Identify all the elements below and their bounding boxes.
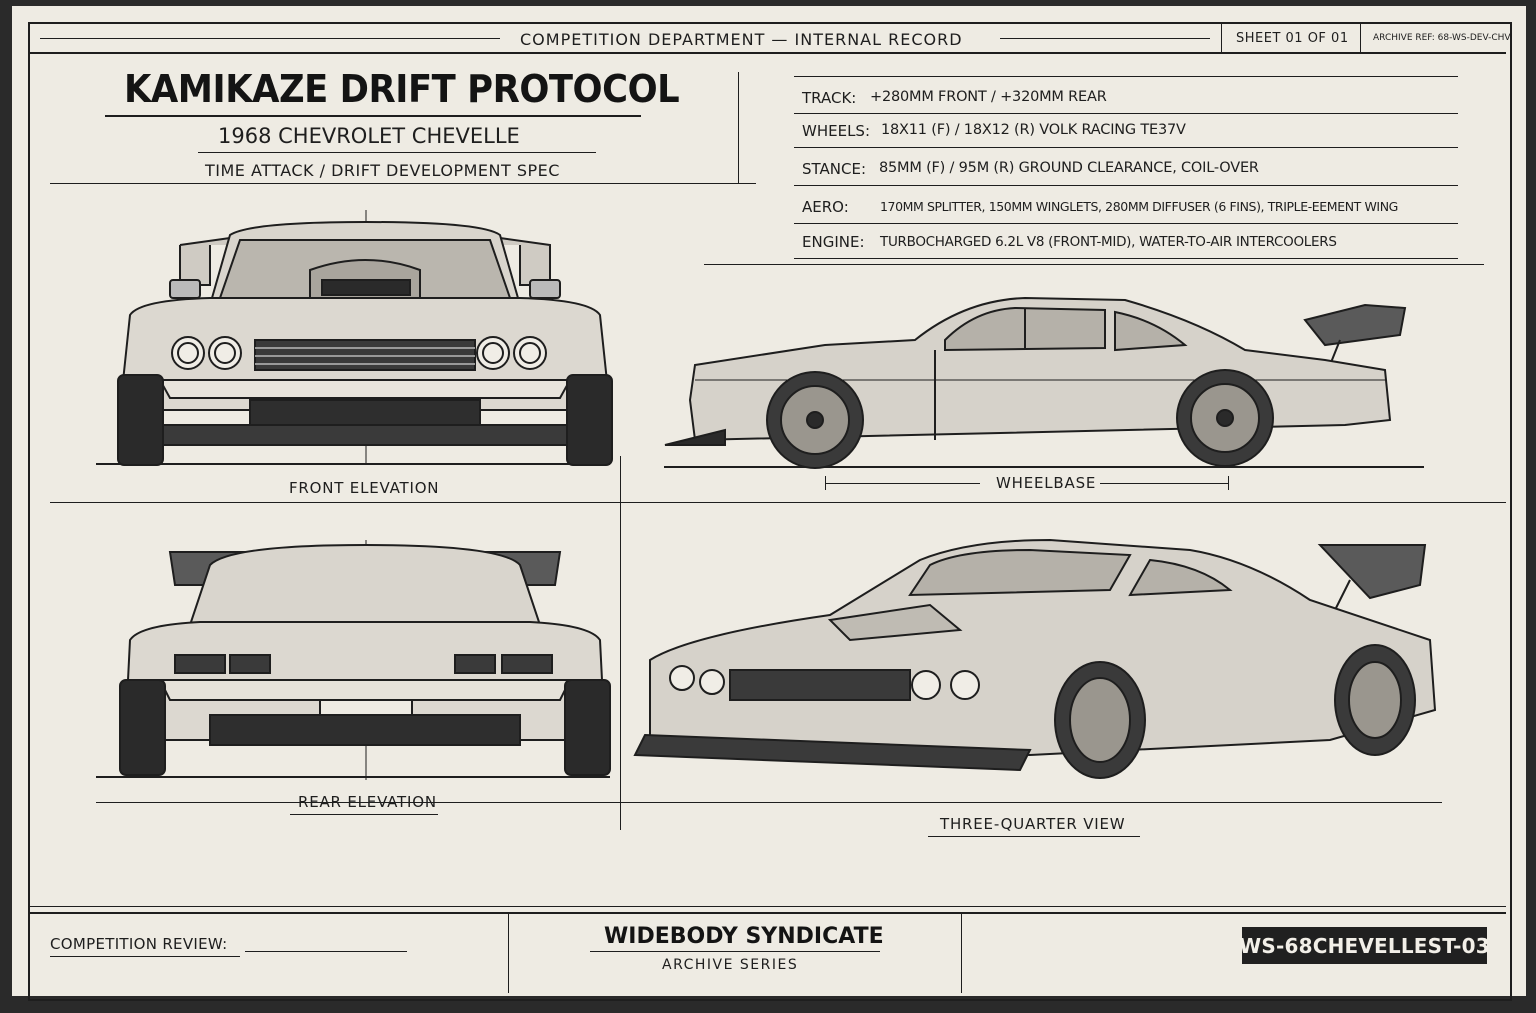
spec-value-stance: 85MM (F) / 95M (R) GROUND CLEARANCE, COI… [879,160,1259,176]
document-code-badge: WS-68CHEVELLEST-03 [1239,927,1490,964]
view-grid-rule [50,502,1506,503]
spec-key-stance: STANCE: [802,160,867,178]
header-rule-left [40,38,500,39]
review-signature-line[interactable] [245,951,407,952]
archive-series-label: ARCHIVE SERIES [662,957,799,973]
title-underline [105,115,641,117]
footer-divider [961,913,962,993]
front-elevation-label: FRONT ELEVATION [289,479,440,497]
spec-value-track: +280MM FRONT / +320MM REAR [870,89,1107,105]
three-quarter-caption-underline [928,836,1140,837]
spec-rule [794,185,1458,186]
wheelbase-tick [1228,476,1229,490]
title-block-rule [50,183,756,184]
archive-ref: ARCHIVE REF: 68-WS-DEV-CHV [1373,33,1511,43]
review-label-underline [50,956,240,957]
spec-subtitle: TIME ATTACK / DRIFT DEVELOPMENT SPEC [205,161,560,180]
spec-key-wheels: WHEELS: [802,122,870,140]
spec-value-wheels: 18X11 (F) / 18X12 (R) VOLK RACING TE37V [881,122,1186,138]
spec-rule [794,258,1458,259]
car-model: 1968 CHEVROLET CHEVELLE [218,124,520,148]
footer-rule [30,912,1506,914]
title-block-divider [738,72,739,184]
spec-key-track: TRACK: [802,89,857,107]
wheelbase-dimension-line [825,483,980,484]
brand-underline [590,951,880,952]
header-divider [1360,22,1361,54]
header-rule [30,52,1506,54]
spec-value-aero: 170MM SPLITTER, 150MM WINGLETS, 280MM DI… [880,199,1398,214]
rear-elevation-label: REAR ELEVATION [298,793,437,811]
department-label: COMPETITION DEPARTMENT — INTERNAL RECORD [520,30,963,49]
side-elevation-drawing [664,296,1407,469]
three-quarter-label: THREE-QUARTER VIEW [940,815,1126,833]
wheelbase-label: WHEELBASE [996,474,1097,492]
spec-rule [794,76,1458,77]
footer-divider [508,913,509,993]
sheet-number: SHEET 01 OF 01 [1236,31,1349,46]
header-rule-right [1000,38,1210,39]
rear-elevation-drawing [119,540,611,780]
spec-rule [794,223,1458,224]
spec-key-engine: ENGINE: [802,233,865,251]
spec-key-aero: AERO: [802,198,849,216]
header-divider [1221,22,1222,54]
spec-block-rule [704,264,1484,265]
rear-caption-underline [290,814,438,815]
competition-review-label: COMPETITION REVIEW: [50,935,228,953]
footer-rule [30,906,1506,907]
page-title: KAMIKAZE DRIFT PROTOCOL [124,67,680,111]
model-underline [198,152,596,153]
blueprint-sheet [12,6,1526,1001]
front-elevation-drawing [117,210,613,466]
spec-rule [794,147,1458,148]
brand-name: WIDEBODY SYNDICATE [604,924,884,949]
wheelbase-dimension-line [1100,483,1228,484]
spec-rule [794,113,1458,114]
three-quarter-drawing [633,538,1437,779]
spec-value-engine: TURBOCHARGED 6.2L V8 (FRONT-MID), WATER-… [880,234,1337,250]
